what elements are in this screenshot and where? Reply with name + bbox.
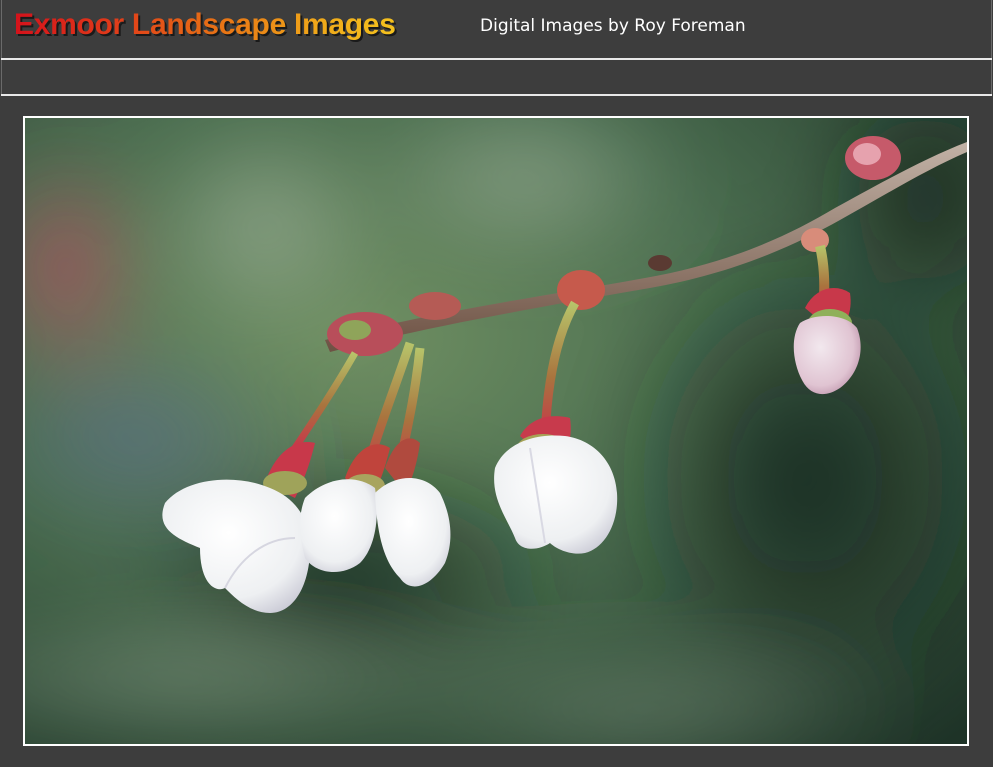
photo-frame <box>23 116 969 746</box>
header-divider-bottom <box>1 94 992 96</box>
site-header: Exmoor Landscape Images Exmoor Landscape… <box>1 0 992 58</box>
site-subtitle: Digital Images by Roy Foreman <box>480 16 746 36</box>
site-title[interactable]: Exmoor Landscape Images <box>14 8 396 42</box>
nav-bar <box>1 60 992 94</box>
blossom-photo <box>25 118 967 744</box>
page: Exmoor Landscape Images Exmoor Landscape… <box>0 0 993 767</box>
